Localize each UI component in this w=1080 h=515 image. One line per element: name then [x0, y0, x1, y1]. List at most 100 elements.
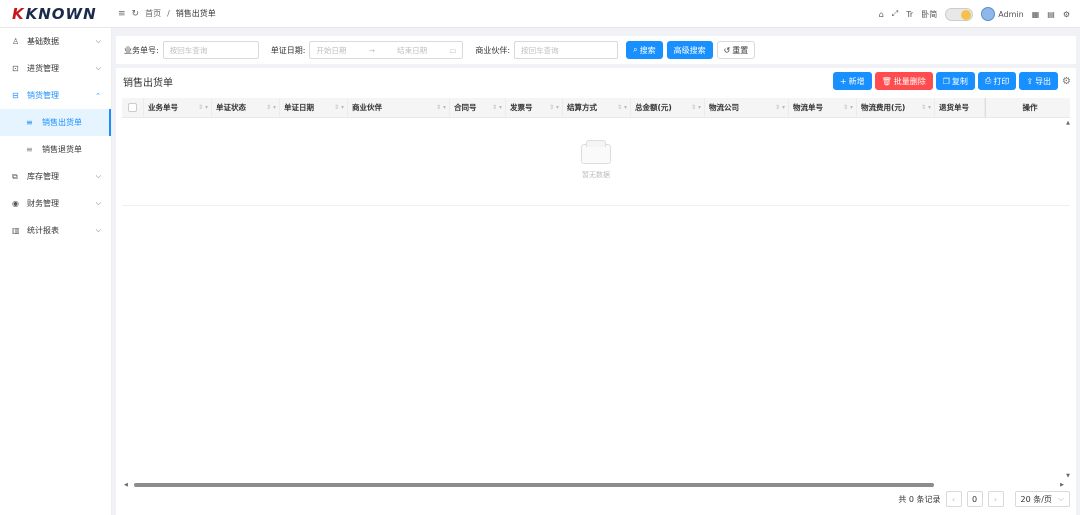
column-label: 退货单号	[939, 103, 969, 112]
page-size-select[interactable]: 20 条/页 ⌵	[1014, 491, 1070, 507]
col-header-invoice[interactable]: 发票号 ⇕ ▾	[506, 97, 563, 118]
batch-delete-button[interactable]: 🗑 批量删除	[874, 72, 933, 90]
col-header-logistics-no[interactable]: 物流单号 ⇕ ▾	[789, 97, 857, 118]
sun-icon	[961, 9, 972, 20]
sort-filter-icon[interactable]: ⇕ ▾	[198, 98, 208, 118]
home-icon[interactable]: ⌂	[879, 10, 884, 19]
chevron-up-icon: ⌃	[95, 91, 101, 100]
order-no-input[interactable]: 按回车查询	[162, 41, 259, 59]
col-header-date[interactable]: 单证日期 ⇕ ▾	[280, 97, 348, 118]
print-button[interactable]: ⎙ 打印	[977, 72, 1017, 90]
sort-filter-icon[interactable]: ⇕ ▾	[492, 98, 502, 118]
col-header-amount[interactable]: 总金额(元) ⇕ ▾	[631, 97, 705, 118]
date-range-picker[interactable]: 开始日期 → 结束日期 ▭	[309, 41, 464, 59]
top-bar: K KNOWN ≡ ↻ 首页 / 销售出货单 ⌂ ⤢ Tr 卧简 Admin ▦…	[0, 0, 1080, 28]
sidebar-item-label: 基础数据	[27, 37, 59, 46]
font-size-button[interactable]: Tr	[906, 10, 913, 19]
select-all-cell	[122, 97, 144, 118]
sidebar-item-reports[interactable]: ▥ 统计报表 ⌵	[0, 217, 111, 244]
sidebar-item-inventory[interactable]: ⧉ 库存管理 ⌵	[0, 163, 111, 190]
sort-filter-icon[interactable]: ⇕ ▾	[617, 98, 627, 118]
prev-page-button[interactable]: ‹	[945, 491, 962, 507]
sidebar-item-purchase[interactable]: ⊡ 进货管理 ⌵	[0, 55, 111, 82]
sort-filter-icon[interactable]: ⇕ ▾	[436, 98, 446, 118]
refresh-icon[interactable]: ↻	[132, 9, 140, 19]
reset-button[interactable]: ↺ 重置	[716, 41, 756, 59]
printer-icon: ⎙	[984, 76, 992, 85]
scroll-right-arrow-icon[interactable]: ▶	[1060, 482, 1064, 488]
sort-filter-icon[interactable]: ⇕ ▾	[921, 98, 931, 118]
col-header-status[interactable]: 单证状态 ⇕ ▾	[212, 97, 280, 118]
col-header-return-no[interactable]: 退货单号	[935, 97, 985, 118]
user-menu[interactable]: Admin	[981, 7, 1024, 21]
sidebar-item-basic-data[interactable]: ♙ 基础数据 ⌵	[0, 28, 111, 55]
col-header-logistics-company[interactable]: 物流公司 ⇕ ▾	[705, 97, 789, 118]
add-button[interactable]: + 新增	[832, 72, 872, 90]
fullscreen-icon[interactable]: ⤢	[892, 9, 898, 19]
sort-filter-icon[interactable]: ⇕ ▾	[266, 98, 276, 118]
grid-icon[interactable]: ▤	[1047, 10, 1055, 19]
col-header-partner[interactable]: 商业伙伴 ⇕ ▾	[348, 97, 450, 118]
search-button[interactable]: ⌕ 搜索	[626, 41, 663, 59]
settings-icon[interactable]: ⚙	[1063, 10, 1070, 19]
end-date-input[interactable]: 结束日期	[397, 45, 427, 56]
scroll-up-arrow-icon[interactable]: ▲	[1066, 120, 1070, 126]
add-label: 新增	[848, 76, 865, 86]
col-header-order-no[interactable]: 业务单号 ⇕ ▾	[144, 97, 212, 118]
col-header-logistics-fee[interactable]: 物流费用(元) ⇕ ▾	[857, 97, 935, 118]
export-button[interactable]: ⇪ 导出	[1019, 72, 1059, 90]
horizontal-scrollbar[interactable]: ◀ ▶	[124, 482, 1064, 488]
sidebar-subitem-sales-shipment[interactable]: ≡ 销售出货单	[0, 109, 111, 136]
data-table: 业务单号 ⇕ ▾ 单证状态 ⇕ ▾ 单证日期 ⇕ ▾ 商业伙伴 ⇕ ▾ 合同号 ⇕ ▾ 发…	[122, 97, 1070, 206]
start-date-input[interactable]: 开始日期	[316, 45, 346, 56]
advanced-search-label: 高级搜索	[673, 45, 706, 55]
column-settings-icon[interactable]: ⚙	[1062, 76, 1071, 87]
select-all-checkbox[interactable]	[128, 103, 137, 112]
sort-filter-icon[interactable]: ⇕ ▾	[334, 98, 344, 118]
page-title: 销售出货单	[123, 77, 173, 89]
main-card: 销售出货单 + 新增 🗑 批量删除 ❐ 复制 ⎙ 打印 ⇪ 导出 ⚙ 业务单号 …	[116, 68, 1076, 515]
scrollbar-thumb[interactable]	[133, 483, 934, 487]
sidebar-item-sales[interactable]: ⊟ 销货管理 ⌃	[0, 82, 111, 109]
sidebar-item-label: 统计报表	[27, 226, 59, 235]
scroll-left-arrow-icon[interactable]: ◀	[124, 482, 128, 488]
column-label: 合同号	[454, 103, 477, 112]
col-header-settlement[interactable]: 结算方式 ⇕ ▾	[563, 97, 631, 118]
export-label: 导出	[1035, 76, 1052, 86]
column-label: 物流单号	[793, 103, 823, 112]
column-label: 物流公司	[709, 103, 739, 112]
theme-toggle[interactable]	[945, 7, 974, 21]
sidebar-subitem-label: 销售出货单	[42, 118, 82, 127]
copy-button[interactable]: ❐ 复制	[935, 72, 975, 90]
finance-icon: ◉	[12, 199, 19, 208]
current-page[interactable]: 0	[966, 491, 983, 507]
breadcrumb-home[interactable]: 首页	[145, 8, 161, 19]
column-label: 物流费用(元)	[861, 103, 906, 112]
sidebar-subitem-sales-return[interactable]: ≡ 销售退货单	[0, 136, 111, 163]
sort-filter-icon[interactable]: ⇕ ▾	[549, 98, 559, 118]
advanced-search-button[interactable]: 高级搜索	[666, 41, 713, 59]
col-header-contract[interactable]: 合同号 ⇕ ▾	[450, 97, 506, 118]
print-label: 打印	[993, 76, 1010, 86]
column-label: 业务单号	[148, 103, 178, 112]
sidebar-subitem-label: 销售退货单	[42, 145, 82, 154]
sidebar-item-finance[interactable]: ◉ 财务管理 ⌵	[0, 190, 111, 217]
sort-filter-icon[interactable]: ⇕ ▾	[775, 98, 785, 118]
chevron-down-icon: ⌵	[95, 226, 101, 234]
sort-filter-icon[interactable]: ⇕ ▾	[843, 98, 853, 118]
language-button[interactable]: 卧简	[921, 9, 937, 20]
next-page-button[interactable]: ›	[987, 491, 1004, 507]
table-header: 业务单号 ⇕ ▾ 单证状态 ⇕ ▾ 单证日期 ⇕ ▾ 商业伙伴 ⇕ ▾ 合同号 ⇕ ▾ 发…	[122, 97, 1070, 118]
inventory-icon: ⧉	[12, 171, 18, 181]
column-label: 操作	[1022, 103, 1038, 112]
chevron-down-icon: ⌵	[95, 37, 101, 45]
partner-label: 商业伙伴:	[475, 45, 511, 55]
menu-toggle-icon[interactable]: ≡	[118, 9, 126, 19]
column-label: 总金额(元)	[635, 103, 672, 112]
layout-icon[interactable]: ▦	[1032, 10, 1040, 19]
export-icon: ⇪	[1026, 76, 1034, 86]
total-records: 共 0 条记录	[898, 494, 941, 504]
partner-input[interactable]: 按回车查询	[514, 41, 619, 59]
sort-filter-icon[interactable]: ⇕ ▾	[691, 98, 701, 118]
scroll-down-arrow-icon[interactable]: ▼	[1066, 473, 1070, 479]
